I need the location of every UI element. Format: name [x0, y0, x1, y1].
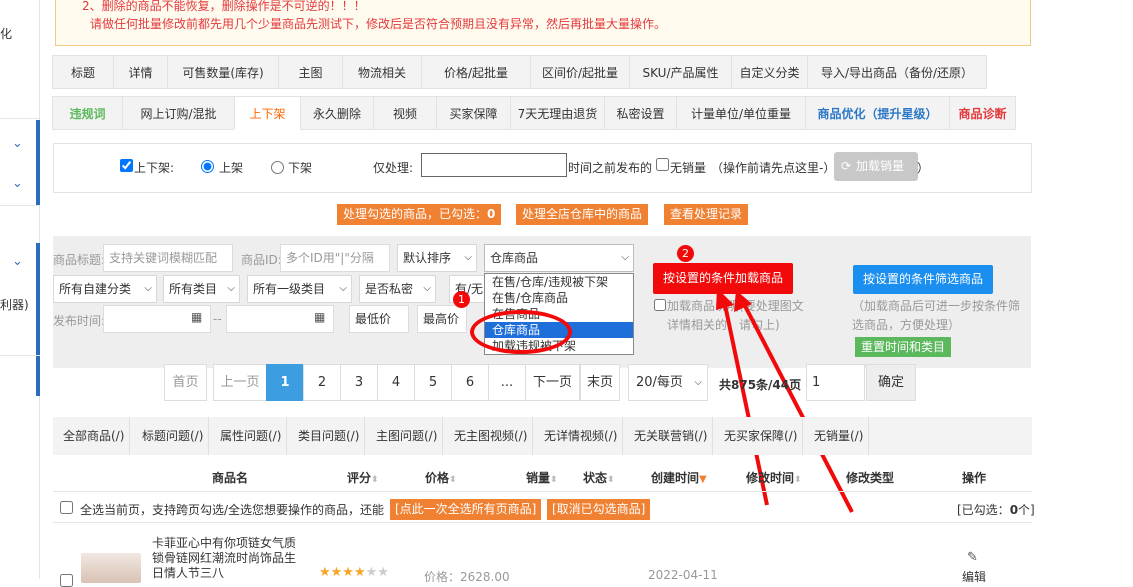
col-price-label: 价格 [425, 471, 450, 485]
page-6-button[interactable]: 6 [451, 364, 489, 401]
col-sales[interactable]: 销量⬍ [526, 469, 558, 486]
tab-no-related-marketing[interactable]: 无关联营销(/) [629, 417, 714, 455]
col-created[interactable]: 创建时间▼ [651, 469, 707, 486]
col-modify-type: 修改类型 [846, 471, 895, 485]
sort-icon: ⬍ [371, 475, 379, 485]
col-modified[interactable]: 修改时间⬍ [746, 469, 802, 486]
select-all-pages-button[interactable]: [点此一次全选所有页商品] [390, 499, 542, 520]
tab-no-detail-video[interactable]: 无详情视频(/) [539, 417, 624, 455]
tab-attribute-issues[interactable]: 属性问题(/) [215, 417, 288, 455]
selected-count-value: 0 [1009, 503, 1019, 517]
edit-link[interactable]: 编辑 [962, 568, 986, 585]
arrow-head [716, 288, 734, 310]
selected-prefix: [已勾选： [957, 503, 1010, 517]
arrow-head [734, 290, 752, 312]
cancel-selection-button[interactable]: [取消已勾选商品] [547, 499, 651, 520]
row-checkbox[interactable] [60, 574, 73, 587]
tab-no-sales[interactable]: 无销量(/) [809, 417, 870, 455]
jump-page-input[interactable]: 1 [806, 364, 865, 401]
page-5-button[interactable]: 5 [414, 364, 452, 401]
product-price: 价格：2628.00 [424, 570, 510, 584]
col-price[interactable]: 价格⬍ [425, 469, 457, 486]
tab-no-main-video[interactable]: 无主图视频(/) [449, 417, 534, 455]
page-4-button[interactable]: 4 [377, 364, 415, 401]
tab-category-issues[interactable]: 类目问题(/) [293, 417, 366, 455]
jump-confirm-button[interactable]: 确定 [866, 364, 916, 401]
tab-no-buyer-protection[interactable]: 无买家保障(/) [719, 417, 804, 455]
edit-icon[interactable]: ✎ [967, 550, 978, 565]
sort-icon: ⬍ [550, 475, 558, 485]
col-modified-label: 修改时间 [746, 471, 795, 485]
annotation-arrows [716, 288, 854, 513]
per-page-select[interactable]: 20/每页 ⌵ [628, 364, 708, 401]
col-created-label: 创建时间 [651, 471, 700, 485]
tab-title-issues[interactable]: 标题问题(/) [137, 417, 210, 455]
product-date: 2022-04-11 [648, 568, 718, 582]
page-ellipsis: ... [488, 364, 526, 401]
total-count: 共875条/44页 [719, 378, 802, 392]
page-2-button[interactable]: 2 [303, 364, 341, 401]
col-name: 商品名 [212, 471, 249, 485]
col-status[interactable]: 状态⬍ [583, 469, 615, 486]
divider [53, 522, 1032, 523]
next-page-button[interactable]: 下一页 [525, 364, 580, 401]
last-page-button[interactable]: 末页 [580, 364, 620, 401]
sort-icon: ⬍ [449, 475, 457, 485]
col-rating[interactable]: 评分⬍ [347, 469, 379, 486]
col-ops: 操作 [962, 471, 987, 485]
tab-all-products[interactable]: 全部商品(/) [58, 417, 131, 455]
col-rating-label: 评分 [347, 471, 372, 485]
col-sales-label: 销量 [526, 471, 551, 485]
page-1-button[interactable]: 1 [266, 364, 304, 401]
first-page-button[interactable]: 首页 [164, 364, 207, 401]
sort-icon: ⬍ [607, 475, 615, 485]
page-3-button[interactable]: 3 [340, 364, 378, 401]
select-all-text: 全选当前页，支持跨页勾选/全选您想要操作的商品，还能 [80, 503, 385, 517]
category-tabs: 全部商品(/) 标题问题(/) 属性问题(/) 类目问题(/) 主图问题(/) … [53, 417, 1032, 455]
per-page-value: 20/每页 [636, 375, 683, 390]
prev-page-button[interactable]: 上一页 [213, 364, 267, 401]
col-status-label: 状态 [583, 471, 608, 485]
selected-suffix: 个] [1018, 503, 1035, 517]
product-title[interactable]: 卡菲亚心中有你项链女气质锁骨链网红潮流时尚饰品生日情人节三八 [152, 536, 300, 581]
sort-desc-icon: ▼ [699, 474, 707, 485]
selected-count-text: [已勾选：0个] [957, 501, 1035, 518]
select-all-checkbox[interactable] [60, 501, 73, 514]
tab-image-issues[interactable]: 主图问题(/) [371, 417, 444, 455]
sort-icon: ⬍ [794, 475, 802, 485]
chevron-down-icon: ⌵ [694, 377, 702, 388]
rating-stars: ★★★★★★ [319, 565, 389, 580]
